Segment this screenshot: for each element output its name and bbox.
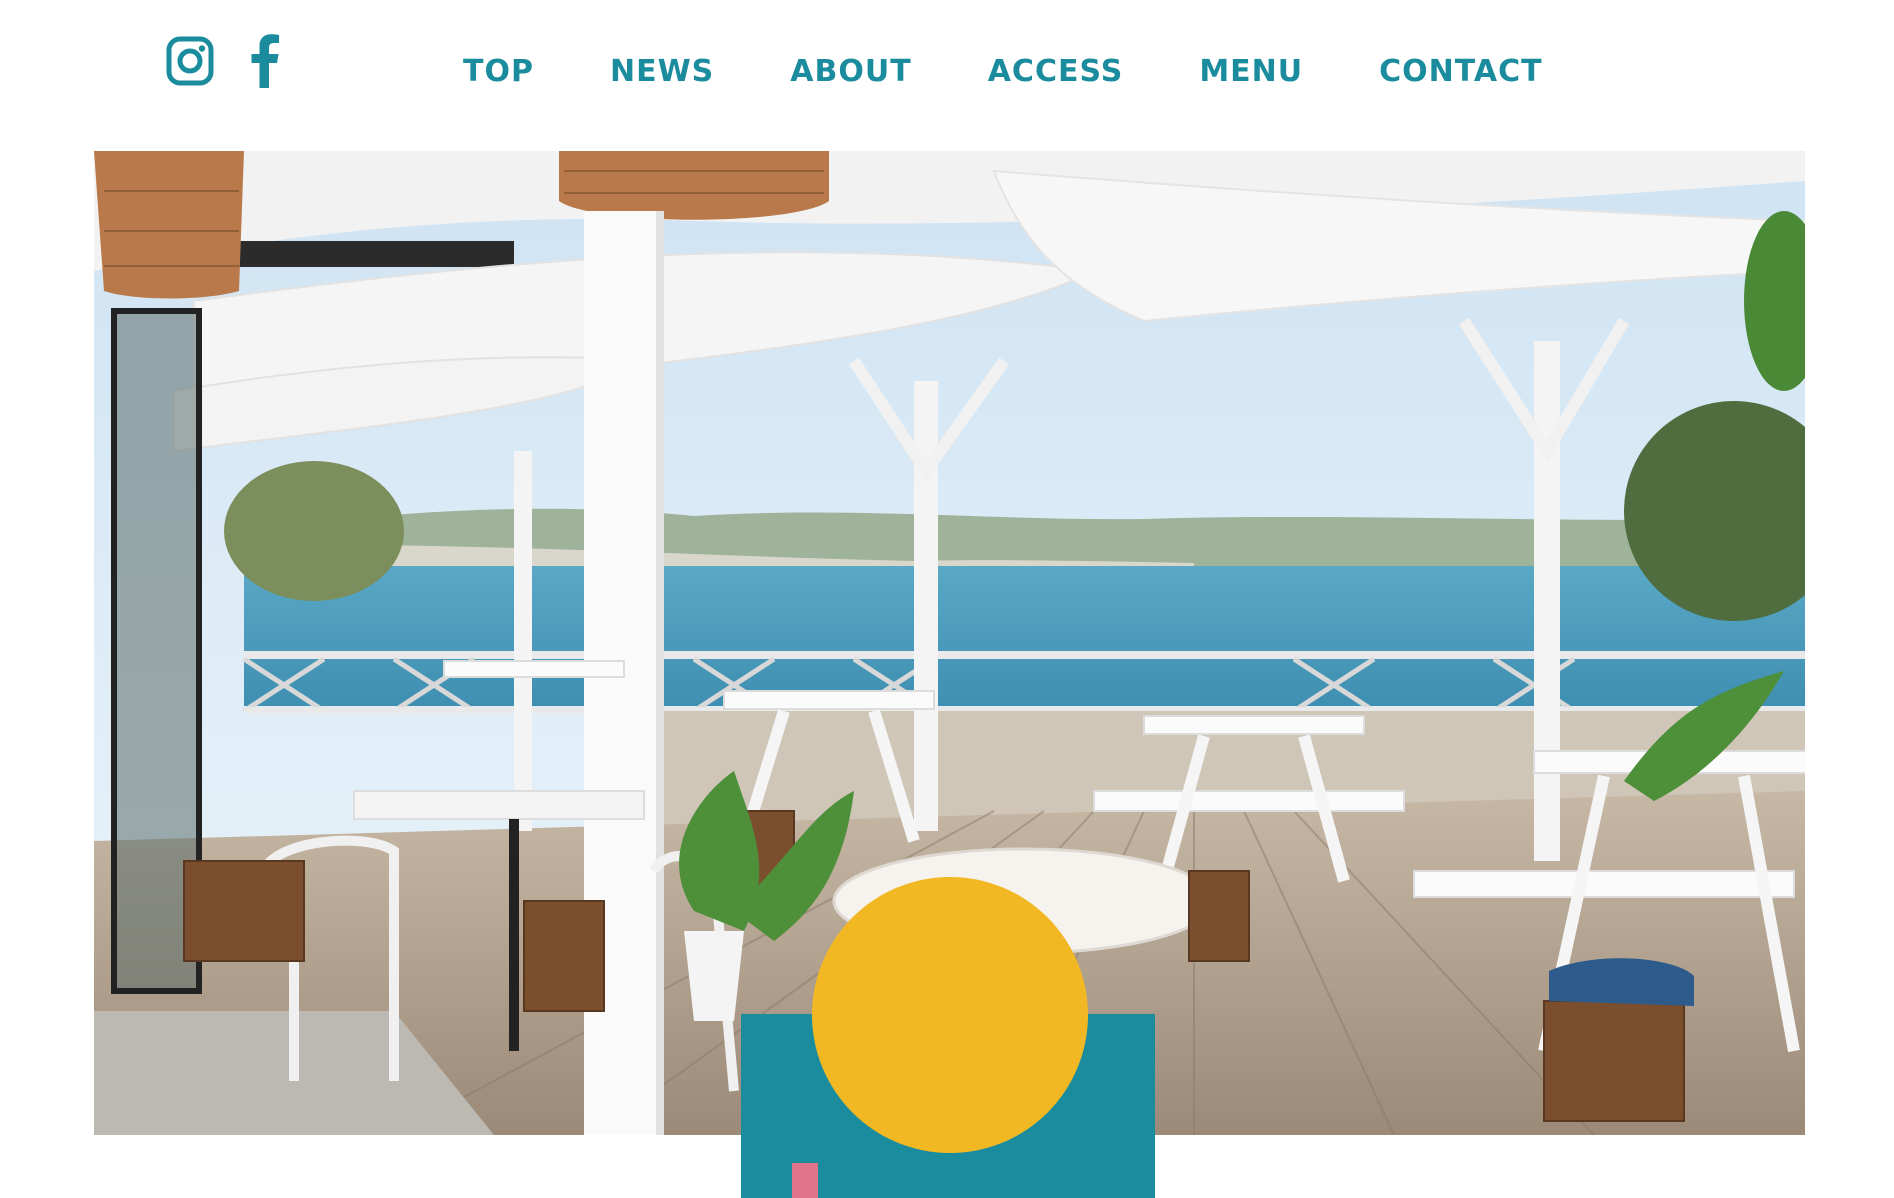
nav-top[interactable]: TOP [463,54,534,89]
nav-news[interactable]: NEWS [610,54,714,89]
nav-menu[interactable]: MENU [1199,54,1303,89]
facebook-link[interactable] [250,34,280,88]
logo-pink-accent [792,1163,818,1198]
facebook-icon [251,34,279,88]
instagram-icon [166,36,214,86]
sun-logo-icon [812,877,1088,1153]
main-nav: TOP NEWS ABOUT ACCESS MENU CONTACT [463,54,1619,89]
instagram-link[interactable] [166,36,214,86]
nav-about[interactable]: ABOUT [790,54,911,89]
nav-contact[interactable]: CONTACT [1379,54,1542,89]
nav-access[interactable]: ACCESS [988,54,1124,89]
